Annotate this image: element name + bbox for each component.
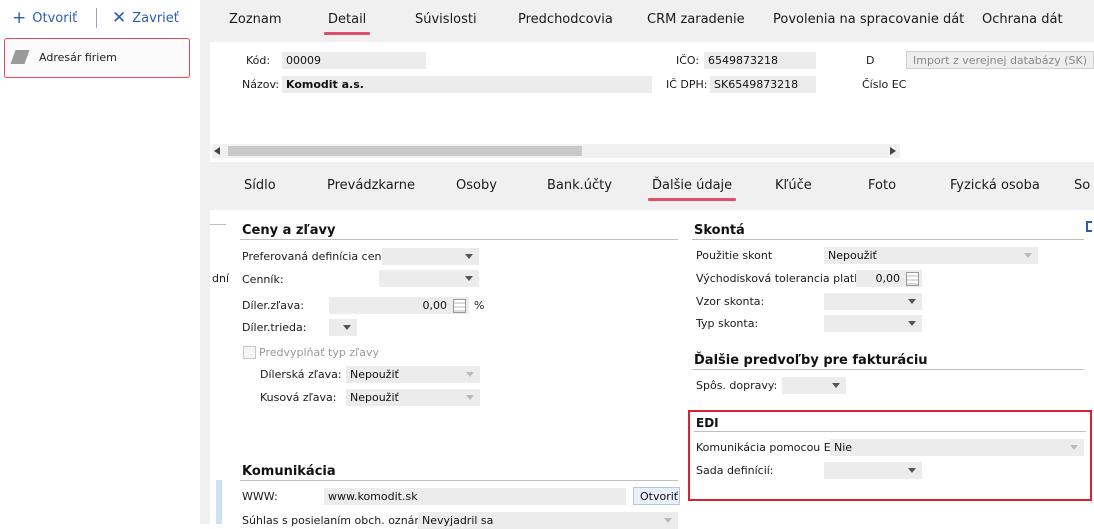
chevron-down-icon (1024, 253, 1032, 258)
vzor-skonta-select[interactable] (824, 293, 922, 310)
scroll-right-icon[interactable] (890, 147, 896, 155)
toolbar-divider (96, 8, 97, 28)
chevron-down-icon (908, 299, 916, 304)
tab-kluce[interactable]: Kľúče (775, 166, 812, 206)
ico-field[interactable]: 6549873218 (704, 52, 816, 69)
content-panel: dní Ceny a zľavy Preferovaná definícia c… (210, 210, 1094, 529)
tab-dalsie-udaje[interactable]: Ďalšie údaje (647, 166, 737, 206)
tab-crm-zaradenie[interactable]: CRM zaradenie (647, 0, 745, 40)
tab-more[interactable]: So (1074, 166, 1090, 206)
tolerancia-field[interactable]: 0,00 (856, 270, 922, 287)
tab-osoby[interactable]: Osoby (456, 166, 497, 206)
edi-komunikacia-select[interactable]: Nie (830, 439, 1084, 456)
scroll-thumb[interactable] (228, 146, 582, 156)
chevron-down-icon (465, 254, 473, 259)
diler-trieda-select[interactable] (329, 319, 357, 336)
suhlas-select[interactable]: Nevyjadril sa (418, 512, 678, 529)
tab-sidlo[interactable]: Sídlo (244, 166, 276, 206)
nazov-field[interactable]: Komodit a.s. (282, 76, 652, 93)
chevron-down-icon (664, 518, 672, 523)
cennik-select[interactable] (379, 270, 479, 287)
tab-foto[interactable]: Foto (868, 166, 896, 206)
diler-zlava-field[interactable]: 0,00 (329, 297, 469, 314)
chevron-down-icon (908, 468, 916, 473)
dilerska-zlava-select[interactable]: Nepoužiť (346, 366, 480, 383)
calculator-icon[interactable] (906, 272, 919, 286)
top-tabbar: Zoznam Detail Súvislosti Predchodcovia C… (210, 0, 1094, 42)
section-skonta-title: Skontá (694, 223, 745, 238)
typ-skonta-select[interactable] (824, 315, 922, 332)
chevron-down-icon (908, 321, 916, 326)
tree-item-address-book[interactable]: Adresár firiem (4, 38, 190, 78)
sub-tabbar: Sídlo Prevádzkarne Osoby Bank.účty Ďalši… (210, 166, 1094, 208)
detail-pane: Zoznam Detail Súvislosti Predchodcovia C… (200, 0, 1094, 529)
open-button[interactable]: + Otvoriť (12, 8, 77, 28)
predvyplnat-checkbox[interactable] (243, 346, 256, 359)
tab-povolenia[interactable]: Povolenia na spracovanie dát (773, 0, 964, 40)
pref-definicia-select[interactable] (382, 248, 479, 265)
navigation-pane: + Otvoriť ✕ Zavrieť Adresár firiem (0, 0, 200, 524)
tab-zoznam[interactable]: Zoznam (229, 0, 282, 40)
section-fakturacia-title: Ďalšie predvoľby pre fakturáciu (694, 353, 928, 368)
chevron-down-icon (465, 276, 473, 281)
tab-predchodcovia[interactable]: Predchodcovia (518, 0, 613, 40)
www-field[interactable]: www.komodit.sk (324, 488, 626, 505)
chevron-down-icon (343, 325, 351, 330)
section-ceny-title: Ceny a zľavy (242, 223, 336, 238)
sposob-dopravy-select[interactable] (782, 377, 846, 394)
import-button[interactable]: Import z verejnej databázy (SK) (906, 51, 1094, 69)
close-button[interactable]: ✕ Zavrieť (112, 8, 179, 28)
kod-field[interactable]: 00009 (282, 52, 426, 69)
edge-marker-icon (1086, 221, 1092, 232)
tab-bank-ucty[interactable]: Bank.účty (547, 166, 612, 206)
chevron-down-icon (466, 372, 474, 377)
pouzitie-skont-select[interactable]: Nepoužiť (824, 247, 1038, 264)
folder-icon (10, 50, 30, 64)
horizontal-scrollbar[interactable] (212, 144, 900, 158)
chevron-down-icon (1070, 445, 1078, 450)
section-edi-title: EDI (696, 416, 719, 430)
tab-ochrana-dat[interactable]: Ochrana dát (982, 0, 1063, 40)
sada-definicii-select[interactable] (824, 462, 922, 479)
scroll-left-icon[interactable] (214, 147, 220, 155)
tab-detail[interactable]: Detail (323, 0, 371, 40)
header-panel: Kód: 00009 Názov: Komodit a.s. IČO: 6549… (210, 42, 1094, 162)
section-komunikacia-title: Komunikácia (242, 464, 336, 479)
chevron-down-icon (466, 395, 474, 400)
calculator-icon[interactable] (453, 299, 466, 313)
close-icon: ✕ (112, 7, 127, 28)
www-open-button[interactable]: Otvoriť (633, 487, 680, 505)
kusova-zlava-select[interactable]: Nepoužiť (346, 389, 480, 406)
tab-prevadzkarne[interactable]: Prevádzkarne (327, 166, 415, 206)
tab-suvislosti[interactable]: Súvislosti (415, 0, 477, 40)
icdph-field[interactable]: SK6549873218 (710, 76, 816, 93)
plus-icon: + (12, 7, 27, 28)
chevron-down-icon (832, 383, 840, 388)
tab-fyzicka-osoba[interactable]: Fyzická osoba (950, 166, 1040, 206)
